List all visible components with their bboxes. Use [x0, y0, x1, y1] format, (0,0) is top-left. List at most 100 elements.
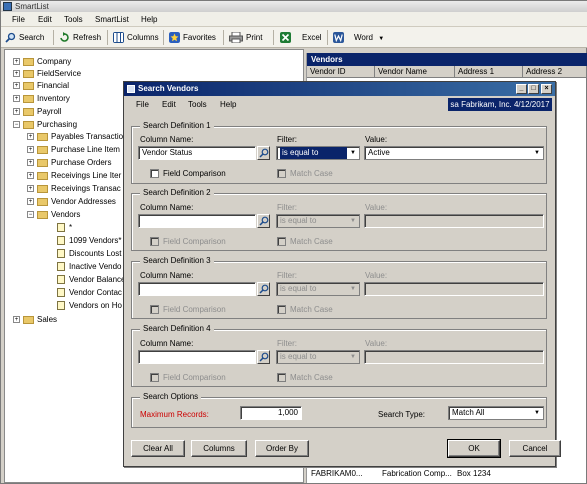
close-button[interactable]: ×	[541, 84, 552, 94]
tree-item-inactive-vendors[interactable]: Inactive Vendo	[57, 261, 121, 273]
expand-icon[interactable]: +	[27, 185, 34, 193]
field-comparison-checkbox[interactable]	[150, 237, 159, 246]
expand-icon[interactable]: +	[27, 146, 34, 154]
tree-item-vendor-contacts[interactable]: Vendor Contac	[57, 287, 122, 299]
column-lookup-button[interactable]	[257, 350, 270, 364]
chevron-down-icon[interactable]: ▼	[378, 36, 384, 42]
column-header-vendor-name[interactable]: Vendor Name	[375, 66, 455, 78]
tree-item-purchase-line-items[interactable]: + Purchase Line Item	[27, 144, 120, 156]
print-button[interactable]: Print	[229, 30, 262, 45]
tree-item-vendor-addresses[interactable]: + Vendor Addresses	[27, 196, 116, 208]
column-header-address-1[interactable]: Address 1	[455, 66, 523, 78]
column-lookup-button[interactable]	[257, 282, 270, 296]
expand-icon[interactable]: +	[27, 133, 34, 141]
value-select[interactable]: Active ▼	[364, 146, 544, 160]
column-name-field[interactable]	[138, 350, 256, 364]
tree-item-vendors[interactable]: − Vendors	[27, 209, 80, 221]
tree-item-fieldservice[interactable]: + FieldService	[13, 68, 81, 80]
tree-item-vendors-on-hold[interactable]: Vendors on Ho	[57, 300, 122, 312]
dialog-menu-help[interactable]: Help	[220, 100, 236, 109]
tree-label: 1099 Vendors*	[69, 236, 122, 245]
maximize-button[interactable]: □	[528, 84, 539, 94]
expand-icon[interactable]: +	[13, 82, 20, 90]
value-field[interactable]	[364, 350, 544, 364]
maximum-records-field[interactable]: 1,000	[240, 406, 302, 420]
menu-smartlist[interactable]: SmartList	[95, 15, 129, 24]
tree-item-company[interactable]: + Company	[13, 56, 71, 68]
column-name-field[interactable]	[138, 282, 256, 296]
cancel-button[interactable]: Cancel	[509, 440, 561, 457]
dialog-menu-tools[interactable]: Tools	[188, 100, 207, 109]
grid-cell-address-1[interactable]: Box 1234	[457, 469, 491, 478]
refresh-button[interactable]: Refresh	[59, 30, 101, 45]
group-title: Search Options	[140, 392, 202, 401]
expand-icon[interactable]: +	[27, 198, 34, 206]
value-field[interactable]	[364, 214, 544, 228]
tree-item-receivings-line-items[interactable]: + Receivings Line Iter	[27, 170, 121, 182]
column-lookup-button[interactable]	[257, 146, 270, 160]
expand-icon[interactable]: +	[13, 95, 20, 103]
menu-file[interactable]: File	[12, 15, 25, 24]
column-name-field[interactable]	[138, 214, 256, 228]
search-type-select[interactable]: Match All ▼	[448, 406, 544, 420]
field-comparison-checkbox[interactable]	[150, 169, 159, 178]
tree-item-purchasing[interactable]: − Purchasing	[13, 119, 77, 131]
toolbar-separator	[163, 30, 164, 45]
tree-item-payables-transactions[interactable]: + Payables Transactio	[27, 131, 123, 143]
column-name-label: Column Name:	[140, 203, 194, 212]
filter-select[interactable]: is equal to ▼	[276, 282, 360, 296]
order-by-button[interactable]: Order By	[255, 440, 309, 457]
search-button[interactable]: Search	[5, 30, 44, 45]
dialog-menu-edit[interactable]: Edit	[162, 100, 176, 109]
filter-select[interactable]: is equal to ▼	[276, 214, 360, 228]
tree-item-purchase-orders[interactable]: + Purchase Orders	[27, 157, 111, 169]
collapse-icon[interactable]: −	[27, 211, 34, 219]
value-field[interactable]	[364, 282, 544, 296]
tree-item-payroll[interactable]: + Payroll	[13, 106, 61, 118]
excel-button[interactable]: Excel	[280, 30, 322, 45]
menu-edit[interactable]: Edit	[38, 15, 52, 24]
field-comparison-label: Field Comparison	[163, 373, 226, 382]
filter-select[interactable]: is equal to ▼	[276, 350, 360, 364]
tree-label: Receivings Line Iter	[51, 171, 122, 180]
favorites-button[interactable]: Favorites	[169, 30, 216, 45]
expand-icon[interactable]: +	[13, 108, 20, 116]
expand-icon[interactable]: +	[13, 70, 20, 78]
field-comparison-checkbox[interactable]	[150, 305, 159, 314]
tree-item-sales[interactable]: + Sales	[13, 314, 57, 326]
expand-icon[interactable]: +	[27, 172, 34, 180]
tree-item-favorite-all[interactable]: *	[57, 222, 72, 234]
column-lookup-button[interactable]	[257, 214, 270, 228]
filter-select[interactable]: is equal to ▼	[276, 146, 360, 160]
expand-icon[interactable]: +	[13, 316, 20, 324]
tree-item-receivings-transactions[interactable]: + Receivings Transac	[27, 183, 121, 195]
tree-item-1099-vendors[interactable]: 1099 Vendors*	[57, 235, 122, 247]
tree-item-financial[interactable]: + Financial	[13, 80, 69, 92]
match-case-checkbox[interactable]	[277, 169, 286, 178]
ok-button[interactable]: OK	[447, 439, 501, 458]
column-header-address-2[interactable]: Address 2	[523, 66, 587, 78]
expand-icon[interactable]: +	[13, 58, 20, 66]
clear-all-button[interactable]: Clear All	[131, 440, 185, 457]
match-case-checkbox[interactable]	[277, 237, 286, 246]
menu-help[interactable]: Help	[141, 15, 157, 24]
columns-button[interactable]: Columns	[191, 440, 247, 457]
dialog-menu-file[interactable]: File	[136, 100, 149, 109]
match-case-checkbox[interactable]	[277, 373, 286, 382]
expand-icon[interactable]: +	[27, 159, 34, 167]
columns-toolbar-button[interactable]: Columns	[113, 30, 159, 45]
word-button[interactable]: Word ▼	[333, 30, 384, 45]
field-comparison-checkbox[interactable]	[150, 373, 159, 382]
tree-item-inventory[interactable]: + Inventory	[13, 93, 70, 105]
column-name-field[interactable]: Vendor Status	[138, 146, 256, 160]
collapse-icon[interactable]: −	[13, 121, 20, 129]
menu-tools[interactable]: Tools	[64, 15, 83, 24]
tree-item-discounts-lost[interactable]: Discounts Lost	[57, 248, 121, 260]
grid-cell-vendor-name[interactable]: Fabrication Comp...	[382, 469, 452, 478]
grid-cell-vendor-id[interactable]: FABRIKAM0...	[311, 469, 363, 478]
match-case-checkbox[interactable]	[277, 305, 286, 314]
column-header-vendor-id[interactable]: Vendor ID	[307, 66, 375, 78]
group-title: Search Definition 1	[140, 121, 214, 130]
minimize-button[interactable]: _	[516, 84, 527, 94]
tree-item-vendor-balance[interactable]: Vendor Balance	[57, 274, 126, 286]
